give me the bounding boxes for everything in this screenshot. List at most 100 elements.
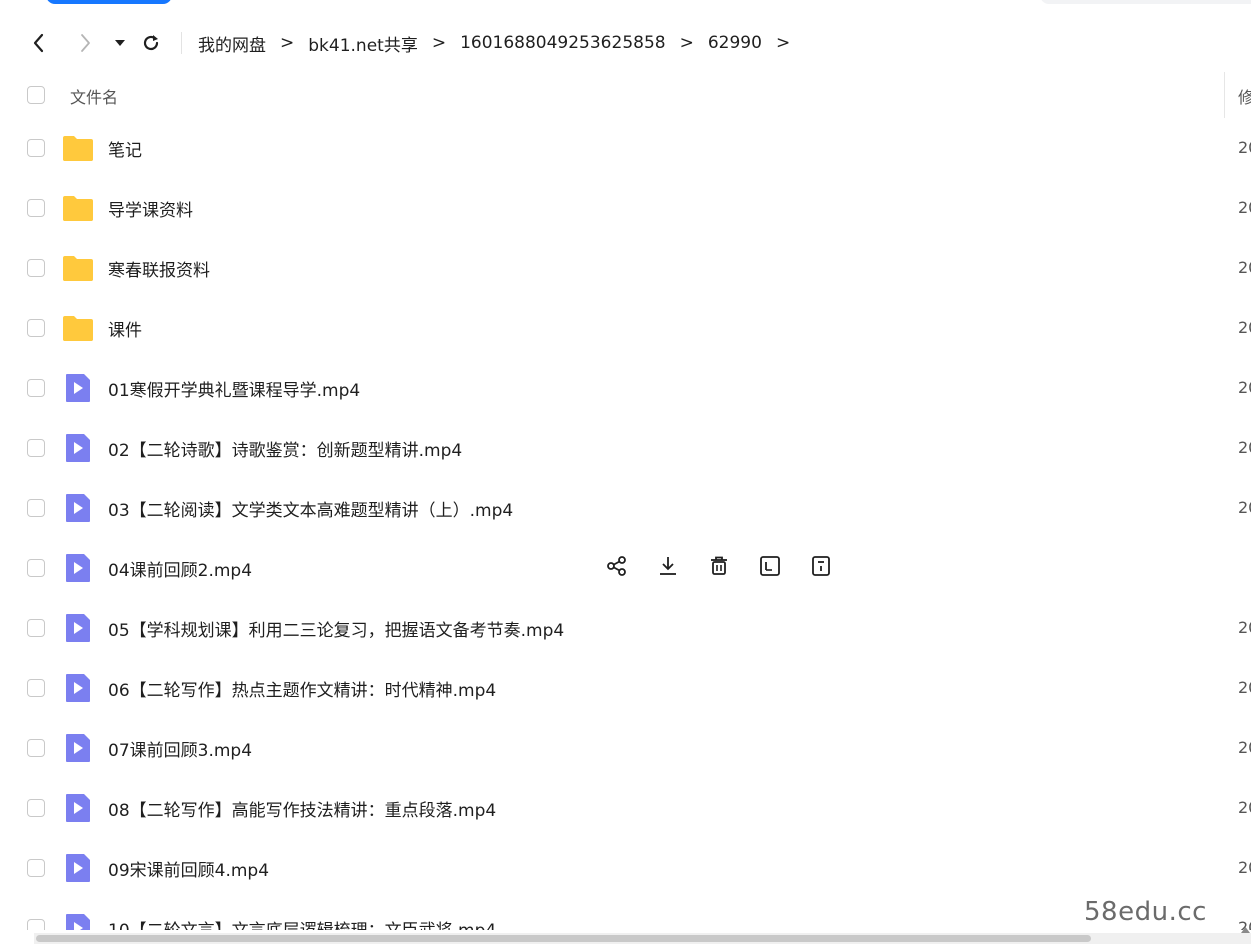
breadcrumb-item-id[interactable]: 1601688049253625858 xyxy=(460,33,666,53)
breadcrumb: 我的网盘 > bk41.net共享 > 1601688049253625858 … xyxy=(198,22,804,64)
share-icon xyxy=(606,555,628,581)
horizontal-scrollbar[interactable] xyxy=(34,933,1251,944)
chevron-left-icon xyxy=(33,33,44,53)
horizontal-scrollbar-thumb[interactable] xyxy=(36,935,1091,942)
file-row[interactable]: 寒春联报资料 20 xyxy=(0,238,1251,298)
refresh-icon xyxy=(143,35,159,51)
video-file-icon xyxy=(66,794,90,822)
row-checkbox[interactable] xyxy=(27,619,45,637)
file-name[interactable]: 08【二轮写作】高能写作技法精讲：重点段落.mp4 xyxy=(108,796,496,821)
more-button[interactable] xyxy=(804,552,837,584)
file-modified-date: 20 xyxy=(1238,198,1251,217)
row-checkbox[interactable] xyxy=(27,679,45,697)
video-file-icon xyxy=(66,614,90,642)
file-row[interactable]: 04课前回顾2.mp4 xyxy=(0,538,1251,598)
file-name[interactable]: 10【二轮文言】文言底层逻辑梳理：文臣武将.mp4 xyxy=(108,916,496,930)
video-file-icon xyxy=(66,854,90,882)
file-modified-date: 20 xyxy=(1238,258,1251,277)
file-row[interactable]: 06【二轮写作】热点主题作文精讲：时代精神.mp4 20 xyxy=(0,658,1251,718)
delete-button[interactable] xyxy=(702,552,735,584)
file-modified-date: 20 xyxy=(1238,438,1251,457)
file-row[interactable]: 导学课资料 20 xyxy=(0,178,1251,238)
file-row[interactable]: 02【二轮诗歌】诗歌鉴赏：创新题型精讲.mp4 20 xyxy=(0,418,1251,478)
video-file-icon xyxy=(66,734,90,762)
rename-icon xyxy=(759,555,781,581)
file-name[interactable]: 01寒假开学典礼暨课程导学.mp4 xyxy=(108,376,360,401)
file-modified-date: 20 xyxy=(1238,318,1251,337)
navigation-bar: 我的网盘 > bk41.net共享 > 1601688049253625858 … xyxy=(0,22,1251,64)
file-name[interactable]: 寒春联报资料 xyxy=(108,256,210,281)
row-checkbox[interactable] xyxy=(27,799,45,817)
file-row[interactable]: 05【学科规划课】利用二三论复习，把握语文备考节奏.mp4 20 xyxy=(0,598,1251,658)
file-row[interactable]: 笔记 20 xyxy=(0,118,1251,178)
row-checkbox[interactable] xyxy=(27,439,45,457)
forward-button[interactable] xyxy=(70,28,100,58)
file-name[interactable]: 导学课资料 xyxy=(108,196,193,221)
file-row[interactable]: 01寒假开学典礼暨课程导学.mp4 20 xyxy=(0,358,1251,418)
folder-icon xyxy=(63,316,93,341)
row-checkbox[interactable] xyxy=(27,499,45,517)
row-checkbox[interactable] xyxy=(27,319,45,337)
file-row[interactable]: 课件 20 xyxy=(0,298,1251,358)
file-name[interactable]: 09宋课前回顾4.mp4 xyxy=(108,856,269,881)
row-checkbox[interactable] xyxy=(27,139,45,157)
file-name[interactable]: 05【学科规划课】利用二三论复习，把握语文备考节奏.mp4 xyxy=(108,616,564,641)
row-action-toolbar xyxy=(600,552,837,584)
breadcrumb-item-root[interactable]: 我的网盘 xyxy=(198,31,266,56)
video-file-icon xyxy=(66,674,90,702)
file-modified-date: 20 xyxy=(1238,498,1251,517)
file-name[interactable]: 课件 xyxy=(108,316,142,341)
file-modified-date: 20 xyxy=(1238,378,1251,397)
row-checkbox[interactable] xyxy=(27,259,45,277)
folder-icon xyxy=(63,256,93,281)
details-icon xyxy=(810,555,832,581)
share-button[interactable] xyxy=(600,552,633,584)
scroll-up-arrow-icon[interactable] xyxy=(1240,924,1251,935)
breadcrumb-item-share[interactable]: bk41.net共享 xyxy=(308,31,418,56)
top-search-box[interactable] xyxy=(1040,0,1251,4)
file-name[interactable]: 06【二轮写作】热点主题作文精讲：时代精神.mp4 xyxy=(108,676,496,701)
file-modified-date: 20 xyxy=(1238,798,1251,817)
trash-icon xyxy=(708,555,730,581)
file-row[interactable]: 08【二轮写作】高能写作技法精讲：重点段落.mp4 20 xyxy=(0,778,1251,838)
file-modified-date: 20 xyxy=(1238,618,1251,637)
rename-button[interactable] xyxy=(753,552,786,584)
file-name[interactable]: 笔记 xyxy=(108,136,142,161)
row-checkbox[interactable] xyxy=(27,379,45,397)
download-button[interactable] xyxy=(651,552,684,584)
file-modified-date: 20 xyxy=(1238,678,1251,697)
video-file-icon xyxy=(66,914,90,930)
file-row[interactable]: 03【二轮阅读】文学类文本高难题型精讲（上）.mp4 20 xyxy=(0,478,1251,538)
chevron-right-icon xyxy=(81,34,90,52)
file-row[interactable]: 10【二轮文言】文言底层逻辑梳理：文臣武将.mp420 xyxy=(0,898,1251,930)
back-button[interactable] xyxy=(24,28,54,58)
file-name[interactable]: 07课前回顾3.mp4 xyxy=(108,736,252,761)
select-all-checkbox[interactable] xyxy=(27,86,45,104)
breadcrumb-item-current[interactable]: 62990 xyxy=(708,33,762,53)
top-action-button[interactable] xyxy=(46,0,172,4)
row-checkbox[interactable] xyxy=(27,559,45,577)
file-modified-date: 20 xyxy=(1238,138,1251,157)
refresh-button[interactable] xyxy=(136,28,166,58)
row-checkbox[interactable] xyxy=(27,919,45,930)
history-dropdown-button[interactable] xyxy=(105,28,135,58)
video-file-icon xyxy=(66,374,90,402)
row-checkbox[interactable] xyxy=(27,739,45,757)
file-row[interactable]: 09宋课前回顾4.mp4 20 xyxy=(0,838,1251,898)
file-manager-window: 我的网盘 > bk41.net共享 > 1601688049253625858 … xyxy=(0,0,1251,944)
file-modified-date: 20 xyxy=(1238,738,1251,757)
file-row[interactable]: 07课前回顾3.mp4 20 xyxy=(0,718,1251,778)
file-name[interactable]: 04课前回顾2.mp4 xyxy=(108,556,252,581)
download-icon xyxy=(657,555,679,581)
column-header-modified[interactable]: 修 xyxy=(1238,84,1251,108)
column-header-name[interactable]: 文件名 xyxy=(70,84,118,108)
watermark: 58edu.cc xyxy=(1084,897,1207,927)
caret-down-icon xyxy=(115,40,125,46)
column-divider[interactable] xyxy=(1224,72,1225,118)
row-checkbox[interactable] xyxy=(27,859,45,877)
file-name[interactable]: 03【二轮阅读】文学类文本高难题型精讲（上）.mp4 xyxy=(108,496,513,521)
video-file-icon xyxy=(66,494,90,522)
breadcrumb-separator: > xyxy=(431,33,447,53)
file-name[interactable]: 02【二轮诗歌】诗歌鉴赏：创新题型精讲.mp4 xyxy=(108,436,462,461)
row-checkbox[interactable] xyxy=(27,199,45,217)
